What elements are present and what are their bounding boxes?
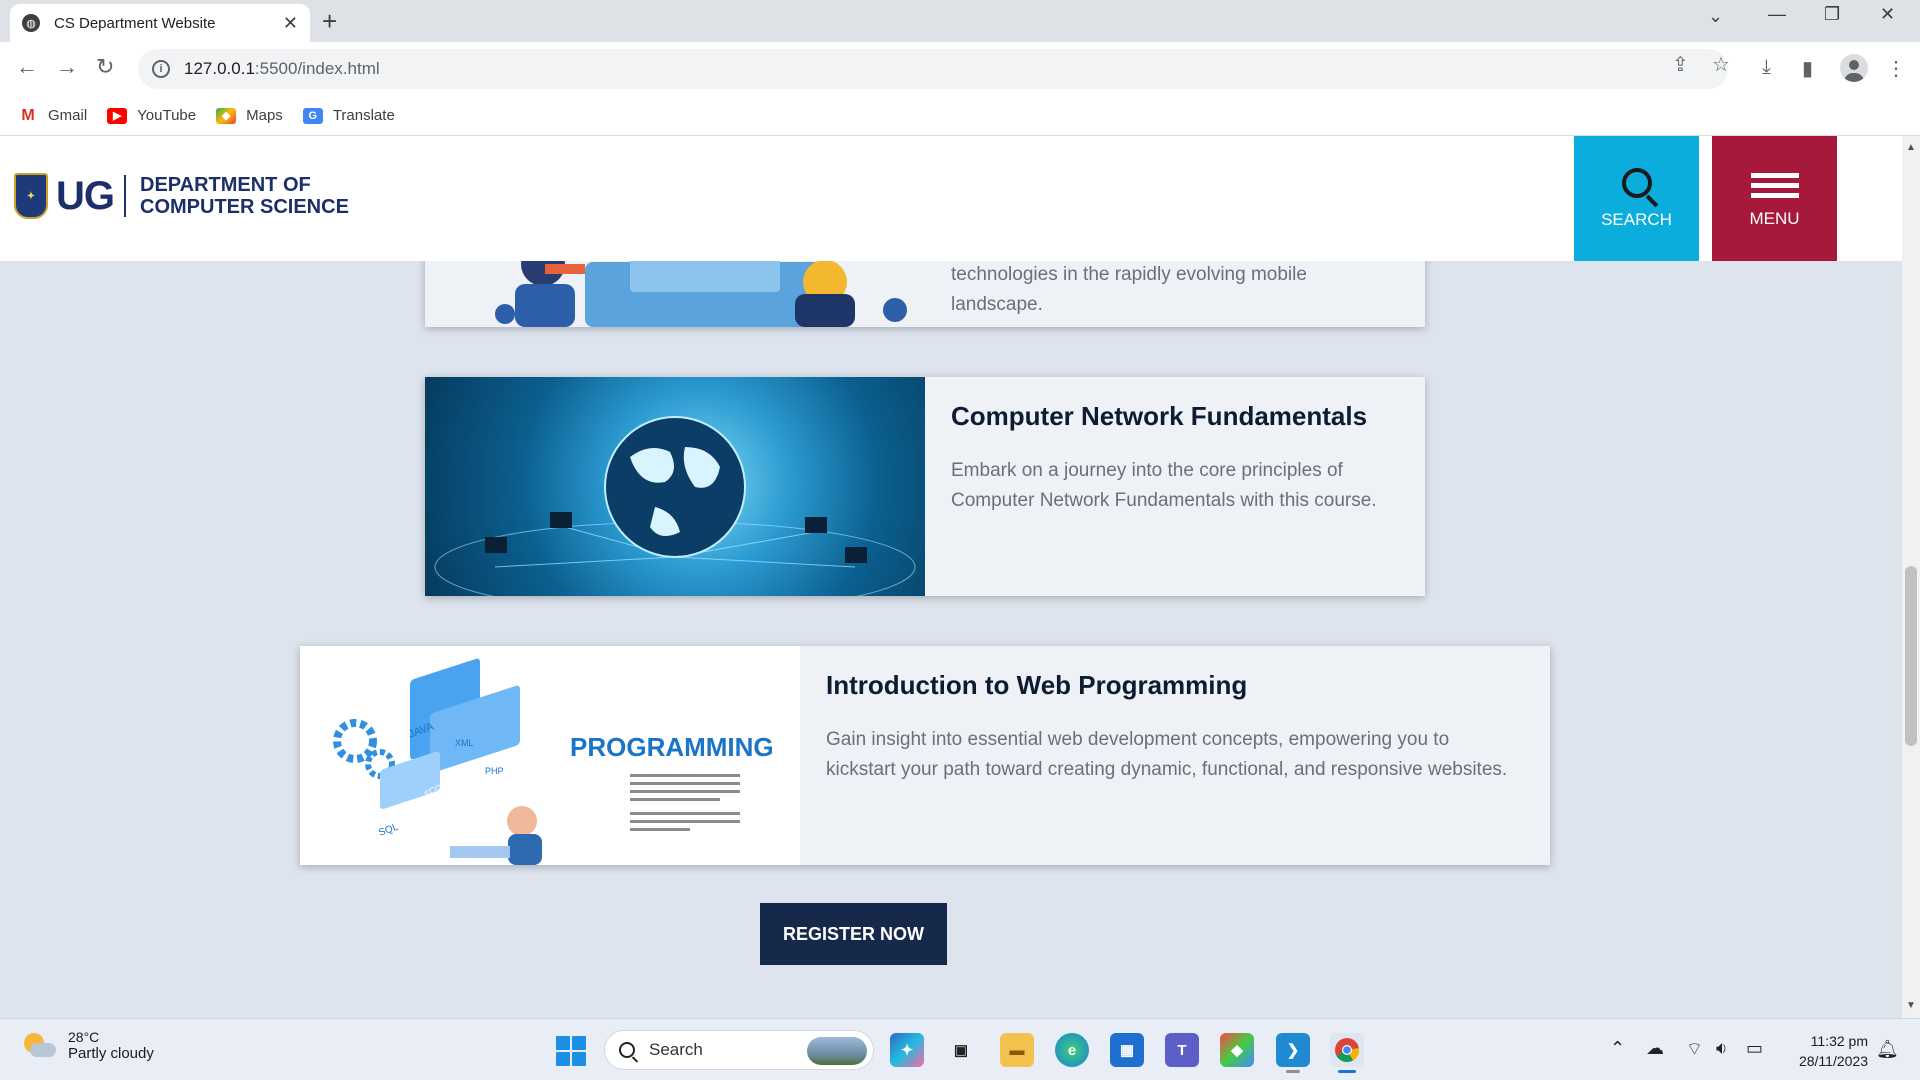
taskbar-search-label: Search — [649, 1040, 703, 1059]
edge-icon[interactable]: e — [1055, 1033, 1089, 1067]
bookmark-label: Maps — [246, 107, 283, 124]
site-header: ✦ UG DEPARTMENT OF COMPUTER SCIENCE SEAR… — [0, 136, 1902, 261]
course-title: Computer Network Fundamentals — [951, 401, 1368, 431]
address-bar[interactable]: i 127.0.0.1:5500/index.html — [138, 49, 1728, 89]
url-text[interactable]: 127.0.0.1:5500/index.html — [184, 59, 380, 79]
department-name: DEPARTMENT OF COMPUTER SCIENCE — [140, 174, 349, 218]
menu-button[interactable]: MENU — [1712, 136, 1837, 261]
close-tab-icon[interactable]: ✕ — [283, 13, 298, 34]
download-icon[interactable]: ⤓ — [1762, 56, 1771, 79]
bookmark-label: Translate — [332, 107, 395, 124]
notification-bell-icon[interactable]: 🔔︎ — [1876, 1039, 1899, 1060]
taskbar-search[interactable]: Search — [604, 1030, 874, 1070]
tab-title: CS Department Website — [54, 14, 216, 32]
menu-button-label: MENU — [1749, 209, 1800, 228]
bookmark-maps[interactable]: ◆ Maps — [216, 107, 283, 124]
browser-tab-strip: ◍ CS Department Website ✕ + ⌄ — ❐ ✕ — [0, 0, 1920, 42]
course-description: technologies in the rapidly evolving mob… — [951, 264, 1307, 315]
gmail-icon: M — [18, 107, 38, 124]
logo-mark: UG — [56, 173, 115, 218]
course-description: Gain insight into essential web developm… — [826, 729, 1508, 780]
vscode-icon[interactable]: ❯ — [1276, 1033, 1310, 1073]
taskbar: 28°C Partly cloudy Search ✦ ▣ ▬ e ▦ T ◆ … — [0, 1018, 1920, 1080]
scrollbar-thumb[interactable] — [1905, 566, 1917, 746]
battery-icon[interactable]: ▭ — [1746, 1038, 1763, 1059]
logo-divider — [124, 175, 126, 217]
new-tab-button[interactable]: + — [322, 6, 337, 37]
course-description: Embark on a journey into the core princi… — [951, 460, 1377, 511]
php-tag: PHP — [485, 766, 504, 776]
minimize-button[interactable]: — — [1768, 4, 1786, 25]
youtube-icon: ▶ — [107, 107, 128, 124]
copilot-icon[interactable]: ✦ — [890, 1033, 924, 1067]
globe-icon: ◍ — [22, 14, 40, 32]
hamburger-icon — [1750, 168, 1799, 203]
chrome-icon[interactable] — [1330, 1033, 1364, 1073]
weather-condition: Partly cloudy — [68, 1045, 154, 1062]
bookmark-label: YouTube — [137, 107, 197, 124]
browser-toolbar: ← → ↻ i 127.0.0.1:5500/index.html ⇪ ☆ ⤓ … — [0, 42, 1920, 96]
wifi-icon[interactable]: ⌔ — [1686, 1038, 1703, 1061]
university-crest-icon: ✦ — [14, 173, 48, 219]
bookmark-translate[interactable]: G Translate — [302, 107, 395, 124]
bookmark-star-icon[interactable]: ☆ — [1712, 52, 1730, 77]
side-panel-icon[interactable]: ▮ — [1802, 56, 1813, 81]
course-card-network[interactable]: Computer Network Fundamentals Embark on … — [425, 377, 1425, 596]
network-globe-image — [425, 377, 925, 596]
onedrive-icon[interactable]: ☁ — [1646, 1038, 1664, 1059]
translate-icon: G — [302, 107, 323, 124]
reload-icon[interactable]: ↻ — [96, 54, 114, 80]
search-button-label: SEARCH — [1601, 209, 1672, 229]
teams-icon[interactable]: T — [1165, 1033, 1199, 1067]
page-scrollbar[interactable]: ▲ ▼ — [1902, 136, 1920, 1018]
profile-avatar-icon[interactable] — [1840, 54, 1868, 82]
xml-tag: XML — [455, 738, 474, 748]
weather-widget[interactable]: 28°C Partly cloudy — [22, 1029, 154, 1062]
scroll-down-icon[interactable]: ▼ — [1906, 1000, 1916, 1011]
course-card-text: Introduction to Web Programming Gain ins… — [800, 646, 1550, 865]
close-window-button[interactable]: ✕ — [1880, 4, 1895, 25]
file-explorer-icon[interactable]: ▬ — [1000, 1033, 1034, 1067]
back-icon[interactable]: ← — [16, 54, 38, 80]
register-now-button[interactable]: REGISTER NOW — [760, 903, 947, 965]
browser-tab[interactable]: ◍ CS Department Website ✕ — [10, 4, 310, 42]
course-title: Introduction to Web Programming — [826, 670, 1248, 700]
temperature: 28°C — [68, 1029, 100, 1045]
restore-button[interactable]: ❐ — [1824, 4, 1840, 25]
sql-tag: SQL — [377, 821, 400, 838]
course-card-web-programming[interactable]: PROGRAMMING JAVA XML PHP SQL <CODE/> Int… — [300, 646, 1550, 865]
programming-illustration: PROGRAMMING JAVA XML PHP SQL <CODE/> — [300, 646, 800, 865]
bookmark-gmail[interactable]: M Gmail — [18, 107, 87, 124]
forward-icon[interactable]: → — [56, 54, 78, 80]
scroll-up-icon[interactable]: ▲ — [1906, 142, 1916, 153]
share-icon[interactable]: ⇪ — [1672, 52, 1689, 77]
windows-start-icon[interactable] — [556, 1036, 586, 1066]
search-icon — [619, 1042, 635, 1058]
pinned-app-icon[interactable]: ◆ — [1220, 1033, 1254, 1067]
show-hidden-icons-chevron[interactable]: ⌃ — [1610, 1038, 1625, 1059]
search-highlight-image — [807, 1037, 867, 1065]
task-view-icon[interactable]: ▣ — [944, 1033, 978, 1067]
more-menu-icon[interactable]: ⋮ — [1886, 56, 1906, 81]
course-card-text: Computer Network Fundamentals Embark on … — [925, 377, 1425, 596]
bookmark-label: Gmail — [48, 107, 88, 124]
tab-search-chevron-icon[interactable]: ⌄ — [1708, 6, 1723, 27]
bookmark-youtube[interactable]: ▶ YouTube — [107, 107, 196, 124]
search-button[interactable]: SEARCH — [1574, 136, 1699, 261]
search-icon — [1621, 167, 1652, 198]
microsoft-store-icon[interactable]: ▦ — [1110, 1033, 1144, 1067]
partly-cloudy-icon — [22, 1031, 56, 1061]
bookmarks-bar: M Gmail ▶ YouTube ◆ Maps G Translate — [0, 96, 1920, 136]
programming-heading: PROGRAMMING — [570, 732, 774, 762]
maps-icon: ◆ — [216, 107, 237, 124]
system-clock[interactable]: 11:32 pm 28/11/2023 — [1784, 1031, 1868, 1071]
page-viewport: ✦ UG DEPARTMENT OF COMPUTER SCIENCE SEAR… — [0, 136, 1902, 1018]
volume-icon[interactable]: 🔉︎ — [1716, 1038, 1727, 1059]
site-info-icon[interactable]: i — [152, 60, 170, 78]
site-logo[interactable]: ✦ UG DEPARTMENT OF COMPUTER SCIENCE — [14, 173, 349, 219]
